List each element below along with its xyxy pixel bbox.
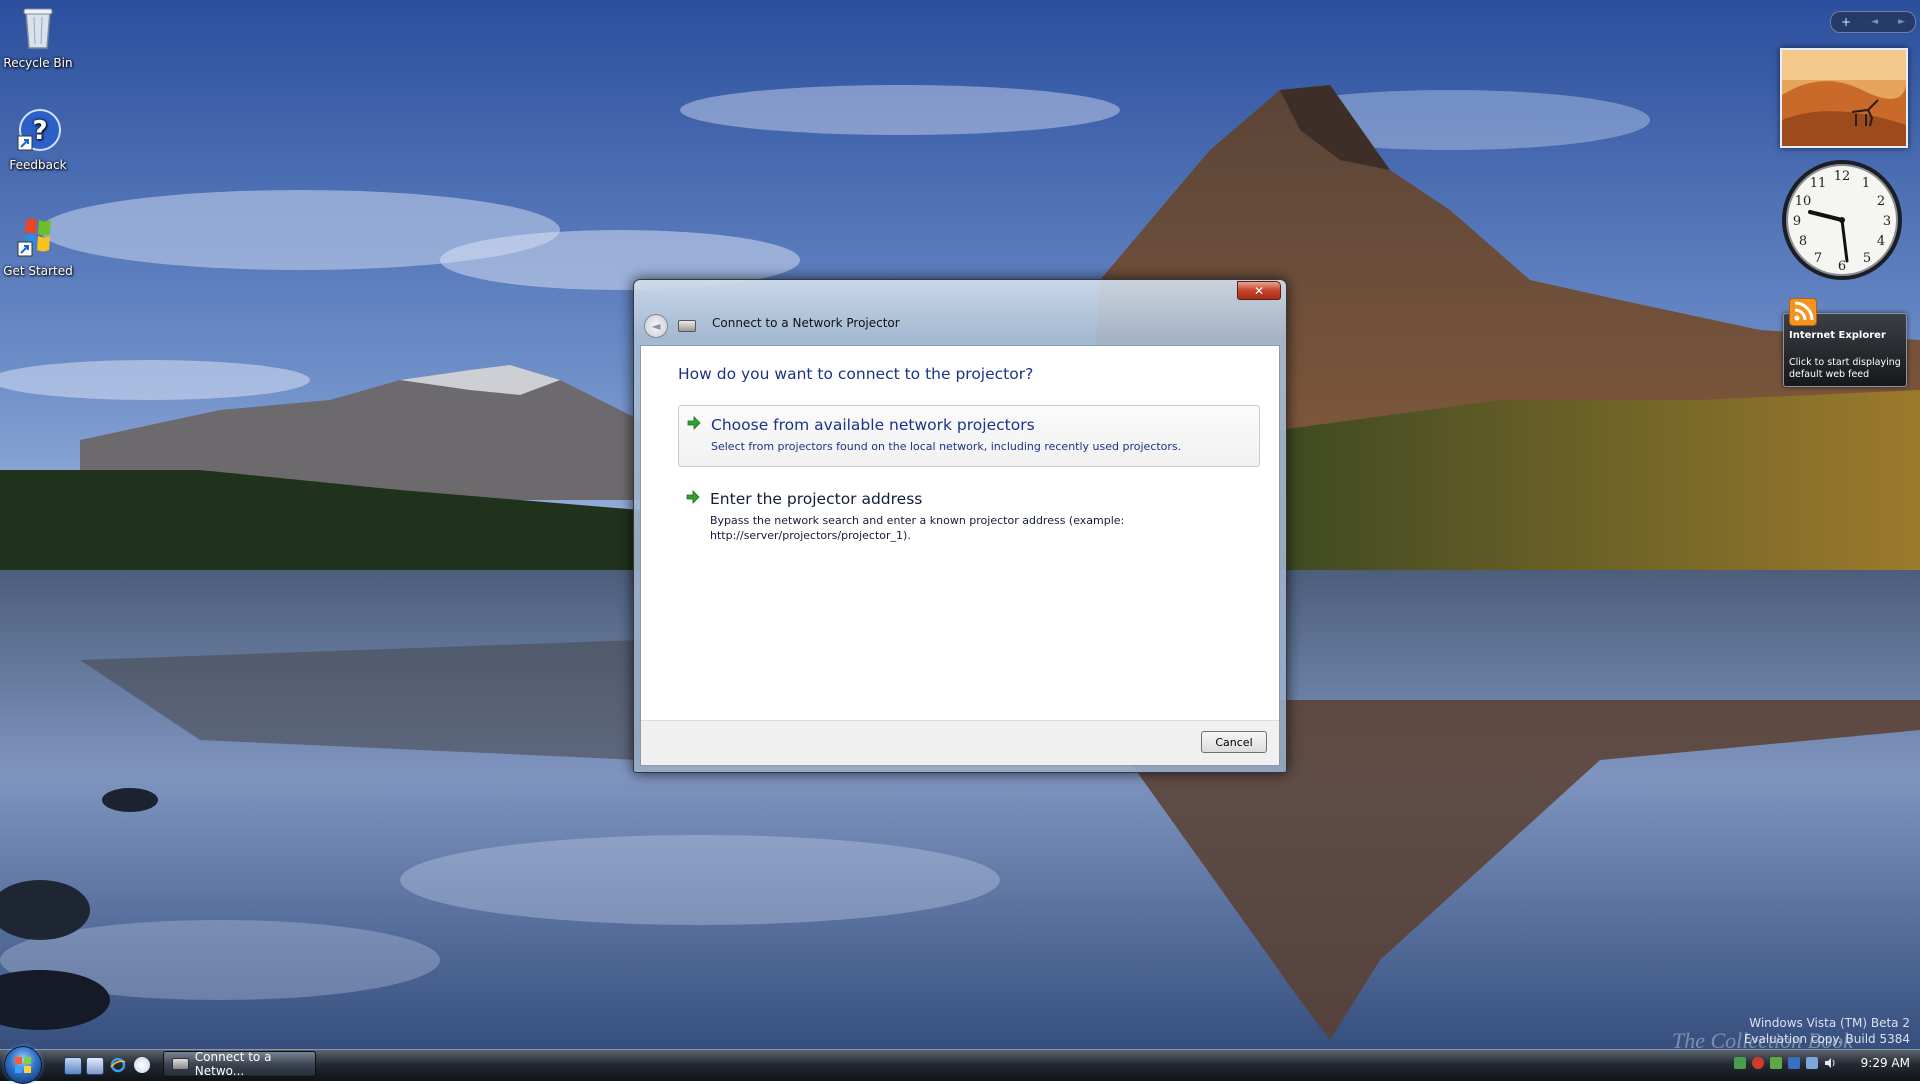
desktop-icon-label: Recycle Bin [3, 56, 73, 70]
svg-text:7: 7 [1814, 251, 1822, 266]
svg-text:8: 8 [1799, 234, 1807, 249]
help-feedback-icon: ? [14, 106, 62, 154]
green-arrow-icon [687, 416, 701, 430]
safely-remove-icon[interactable] [1770, 1057, 1782, 1069]
windows-logo-icon [14, 212, 62, 260]
slideshow-gadget[interactable] [1780, 48, 1908, 148]
option-title: Choose from available network projectors [711, 416, 1035, 434]
taskbar-button-label: Connect to a Netwo... [194, 1050, 272, 1078]
svg-text:2: 2 [1877, 194, 1885, 209]
dialog-heading: How do you want to connect to the projec… [678, 365, 1034, 383]
desktop-icon-label: Feedback [9, 158, 67, 172]
svg-text:6: 6 [1838, 259, 1846, 274]
svg-text:1: 1 [1862, 176, 1870, 191]
svg-text:11: 11 [1810, 176, 1827, 191]
cancel-button[interactable]: Cancel [1201, 731, 1267, 753]
windows-flag-icon [15, 1057, 31, 1073]
taskbar-button-connect-projector[interactable]: Connect to a Netwo... [163, 1050, 316, 1078]
dialog-title: Connect to a Network Projector [712, 316, 900, 330]
back-button[interactable]: ◄ [644, 314, 668, 338]
start-button[interactable] [4, 1046, 42, 1084]
display-icon[interactable] [1806, 1057, 1818, 1069]
language-bar-icon[interactable] [1788, 1057, 1800, 1069]
security-alert-icon[interactable] [1752, 1057, 1764, 1069]
recycle-bin-icon [14, 4, 62, 52]
svg-text:10: 10 [1795, 194, 1812, 209]
system-tray: 9:29 AM [1730, 1052, 1916, 1076]
switch-windows-icon[interactable] [86, 1057, 104, 1075]
desktop-icon-get-started[interactable]: Get Started [0, 212, 78, 278]
add-gadget-button[interactable]: + [1841, 15, 1851, 29]
close-button[interactable]: ✕ [1237, 281, 1281, 300]
svg-text:4: 4 [1877, 234, 1885, 249]
feed-gadget-description: Click to start displaying default web fe… [1789, 357, 1901, 380]
svg-text:9: 9 [1793, 214, 1801, 229]
internet-explorer-icon[interactable] [110, 1057, 126, 1073]
desktop-icon-recycle-bin[interactable]: Recycle Bin [0, 4, 78, 70]
clock-gadget[interactable]: 12 1 2 3 4 5 6 7 8 9 10 11 [1780, 158, 1904, 282]
svg-text:5: 5 [1863, 251, 1871, 266]
slideshow-image [1782, 50, 1906, 146]
desktop-icon-feedback[interactable]: ? Feedback [0, 106, 78, 172]
dialog-content: How do you want to connect to the projec… [640, 345, 1280, 766]
svg-text:?: ? [32, 116, 47, 146]
svg-text:12: 12 [1834, 169, 1851, 184]
option-enter-projector-address[interactable]: Enter the projector address Bypass the n… [678, 480, 1258, 544]
rss-feed-icon [1789, 298, 1817, 326]
network-icon[interactable] [1734, 1057, 1746, 1069]
clock[interactable]: 9:29 AM [1861, 1056, 1910, 1070]
svg-text:3: 3 [1883, 214, 1891, 229]
green-arrow-icon [686, 490, 700, 504]
option-description: Bypass the network search and enter a kn… [710, 514, 1125, 542]
sidebar-controls: + ◄ ► [1830, 11, 1916, 33]
option-choose-available-projectors[interactable]: Choose from available network projectors… [678, 405, 1260, 467]
next-page-button[interactable]: ► [1898, 17, 1905, 27]
desktop-icon-label: Get Started [3, 264, 73, 278]
prev-page-button[interactable]: ◄ [1871, 17, 1878, 27]
feed-headlines-gadget[interactable]: Internet Explorer Click to start display… [1783, 298, 1907, 387]
dialog-footer: Cancel [641, 720, 1279, 765]
projector-icon [172, 1058, 189, 1070]
connect-projector-dialog: ✕ ◄ Connect to a Network Projector How d… [633, 279, 1287, 773]
feed-gadget-title: Internet Explorer [1789, 330, 1886, 341]
show-desktop-icon[interactable] [64, 1057, 82, 1075]
media-player-icon[interactable] [134, 1057, 150, 1073]
option-title: Enter the projector address [710, 490, 923, 508]
projector-icon [678, 320, 696, 332]
option-description: Select from projectors found on the loca… [711, 440, 1182, 453]
volume-icon[interactable] [1824, 1057, 1836, 1069]
